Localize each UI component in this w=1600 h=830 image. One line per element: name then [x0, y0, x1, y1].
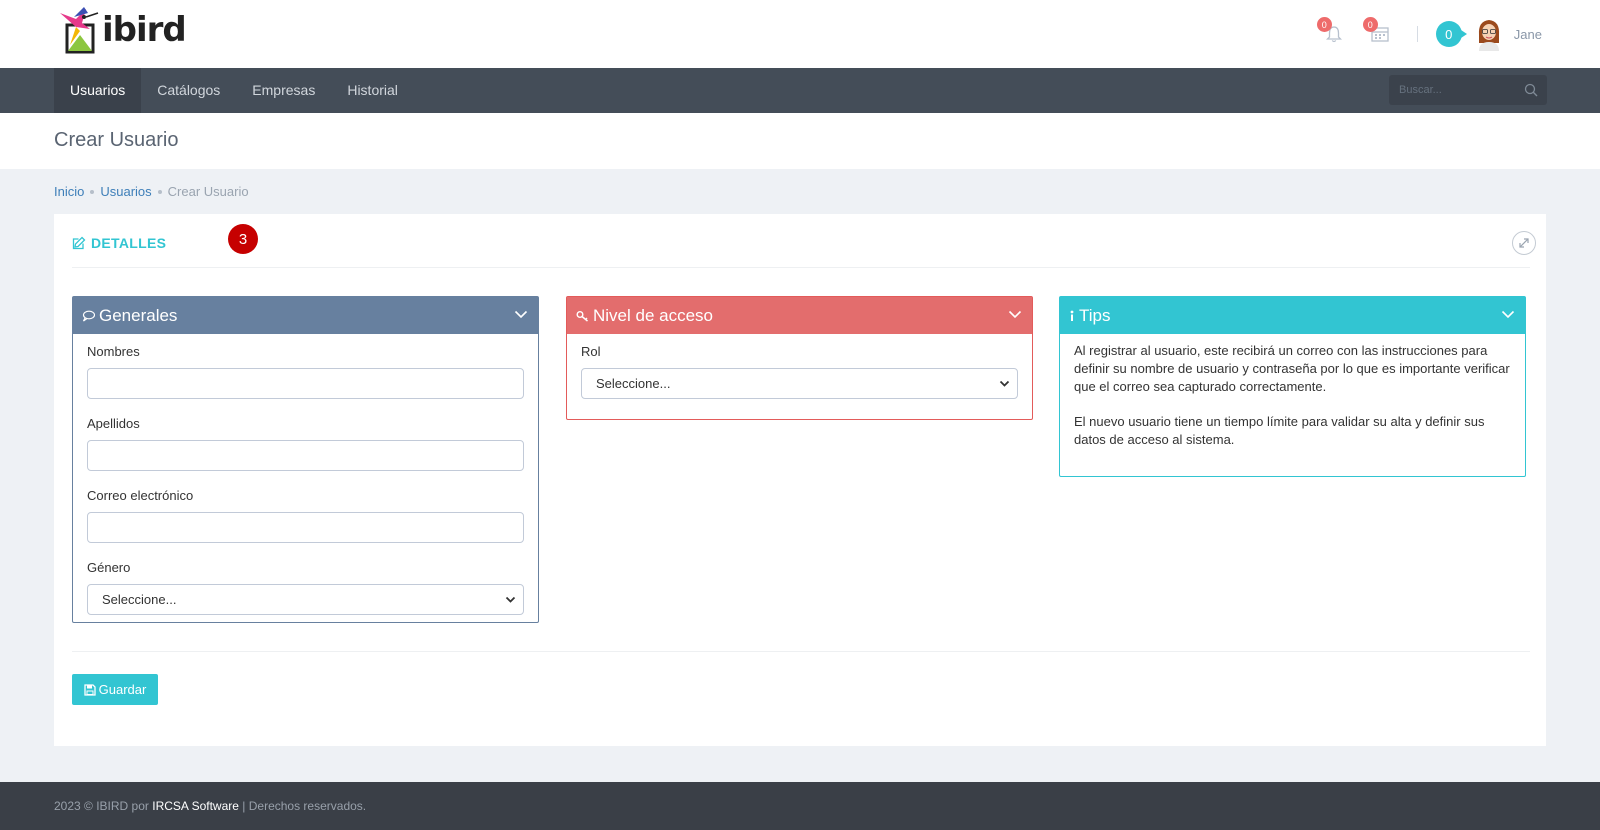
page-title-bar: Crear Usuario — [0, 113, 1600, 169]
info-icon — [1070, 310, 1074, 321]
nav-item-historial[interactable]: Historial — [331, 68, 414, 113]
key-icon — [576, 310, 588, 322]
edit-icon — [72, 236, 86, 250]
breadcrumb-current: Crear Usuario — [167, 184, 249, 199]
details-portlet: DETALLES 3 Generales Nombres Apellidos C… — [54, 214, 1546, 746]
breadcrumb: Inicio Usuarios Crear Usuario — [54, 184, 249, 199]
tips-panel: Tips Al registrar al usuario, este recib… — [1059, 296, 1526, 477]
nav-item-usuarios[interactable]: Usuarios — [54, 68, 142, 113]
footer-suffix: | Derechos reservados. — [242, 799, 367, 813]
breadcrumb-inicio[interactable]: Inicio — [54, 184, 84, 199]
save-icon — [83, 683, 96, 696]
tips-panel-body: Al registrar al usuario, este recibirá u… — [1060, 334, 1525, 449]
chevron-down-icon — [999, 380, 1010, 387]
nombres-input[interactable] — [87, 368, 524, 399]
nav-item-catalogos[interactable]: Catálogos — [141, 68, 236, 113]
correo-label: Correo electrónico — [87, 488, 194, 503]
correo-input[interactable] — [87, 512, 524, 543]
tips-panel-header: Tips — [1060, 297, 1525, 334]
tips-paragraph: El nuevo usuario tiene un tiempo límite … — [1074, 414, 1485, 447]
search-icon[interactable] — [1524, 83, 1538, 97]
save-button-label: Guardar — [98, 682, 147, 697]
nivel-acceso-title: Nivel de acceso — [593, 305, 714, 325]
user-name[interactable]: Jane — [1514, 27, 1542, 42]
footer-text: 2023 © IBIRD por IRCSA Software | Derech… — [54, 799, 366, 813]
fullscreen-button[interactable] — [1512, 231, 1536, 255]
nivel-acceso-panel: Nivel de acceso Rol Seleccione... — [566, 296, 1033, 420]
breadcrumb-usuarios[interactable]: Usuarios — [100, 184, 151, 199]
avatar[interactable] — [1476, 17, 1502, 51]
nivel-acceso-panel-header: Nivel de acceso — [567, 297, 1032, 334]
genero-select[interactable]: Seleccione... — [87, 584, 524, 615]
tips-paragraph: Al registrar al usuario, este recibirá u… — [1074, 343, 1510, 394]
nav-item-empresas[interactable]: Empresas — [236, 68, 331, 113]
breadcrumb-separator — [157, 189, 162, 194]
search-input[interactable] — [1389, 75, 1514, 105]
app-logo[interactable]: ibird — [56, 4, 187, 56]
header-actions: 0 0 0 Jane — [1316, 14, 1542, 54]
comment-icon — [82, 310, 95, 321]
nombres-label: Nombres — [87, 344, 140, 359]
rol-select-value: Seleccione... — [596, 376, 671, 391]
portlet-header: DETALLES 3 — [72, 214, 1536, 268]
notifications-count: 0 — [1316, 17, 1332, 32]
nav-menu: Usuarios Catálogos Empresas Historial — [54, 68, 414, 113]
footer-brand-link[interactable]: IRCSA Software — [152, 799, 239, 813]
apellidos-label: Apellidos — [87, 416, 140, 431]
logo-text: ibird — [102, 10, 187, 50]
page-title: Crear Usuario — [54, 129, 179, 151]
generales-panel: Generales Nombres Apellidos Correo elect… — [72, 296, 539, 623]
footer-prefix: 2023 © IBIRD por — [54, 799, 149, 813]
form-actions-divider — [72, 651, 1530, 652]
portlet-caption: DETALLES — [72, 235, 166, 251]
calendar-button[interactable]: 0 — [1362, 17, 1395, 49]
top-header: ibird 0 0 0 Jane — [0, 0, 1600, 68]
save-button[interactable]: Guardar — [72, 674, 158, 705]
expand-icon — [1519, 238, 1529, 248]
generales-title: Generales — [99, 305, 178, 325]
genero-select-value: Seleccione... — [102, 592, 177, 607]
generales-panel-header: Generales — [73, 297, 538, 334]
bird-logo-icon — [60, 7, 99, 54]
step-badge: 3 — [228, 224, 258, 254]
tips-title: Tips — [1079, 305, 1111, 325]
chevron-down-icon — [505, 596, 516, 603]
chevron-down-icon[interactable] — [514, 310, 528, 319]
main-nav: Usuarios Catálogos Empresas Historial — [0, 68, 1600, 113]
portlet-caption-text: DETALLES — [91, 235, 167, 251]
notifications-button[interactable]: 0 — [1316, 17, 1349, 49]
calendar-count: 0 — [1362, 17, 1378, 32]
breadcrumb-separator — [90, 189, 95, 194]
apellidos-input[interactable] — [87, 440, 524, 471]
rol-label: Rol — [581, 344, 601, 359]
page-footer: 2023 © IBIRD por IRCSA Software | Derech… — [0, 782, 1600, 830]
header-divider — [1416, 26, 1418, 42]
chevron-down-icon[interactable] — [1501, 310, 1515, 319]
genero-label: Género — [87, 560, 131, 575]
nivel-acceso-panel-body: Rol Seleccione... — [567, 334, 1032, 399]
generales-panel-body: Nombres Apellidos Correo electrónico Gén… — [73, 334, 538, 615]
chevron-down-icon[interactable] — [1008, 310, 1022, 319]
search-box — [1389, 75, 1547, 105]
rol-select[interactable]: Seleccione... — [581, 368, 1018, 399]
inbox-count-badge[interactable]: 0 — [1435, 21, 1467, 47]
